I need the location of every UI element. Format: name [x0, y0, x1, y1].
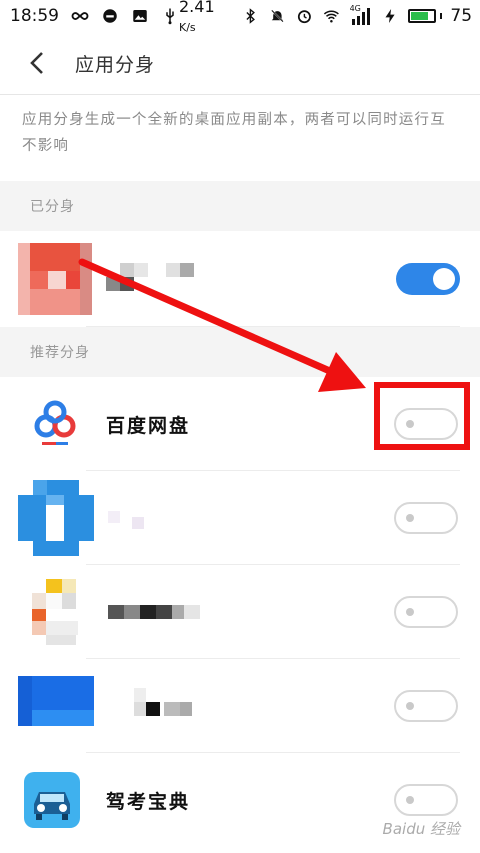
charging-icon [385, 9, 395, 23]
app-name-redacted [108, 602, 208, 622]
status-time: 18:59 [10, 6, 59, 26]
app-name: 驾考宝典 [106, 790, 191, 813]
app-row-redacted-2 [0, 471, 480, 565]
messenger-icon [103, 9, 117, 23]
app-name-redacted [108, 503, 168, 533]
infinity-icon [71, 12, 89, 20]
battery-level: 75 [450, 6, 473, 26]
app-row-redacted-4 [0, 659, 480, 753]
cloud-icon [34, 400, 76, 445]
chevron-left-icon[interactable] [26, 51, 50, 75]
feature-description: 应用分身生成一个全新的桌面应用副本，两者可以同时运行互不影响 [22, 112, 446, 154]
alarm-icon [297, 10, 311, 24]
status-bar: 18:59 2.41 K/s 4G 75 [0, 0, 480, 34]
clone-toggle-on[interactable] [396, 263, 460, 295]
app-name-redacted [134, 686, 214, 726]
pixelated-app-icon [18, 676, 94, 726]
toggle-knob [406, 514, 414, 522]
pixelated-app-icon [32, 579, 78, 645]
image-icon [133, 10, 147, 22]
page-title: 应用分身 [75, 53, 156, 76]
signal-icon: 4G [350, 4, 372, 25]
battery-icon [408, 9, 437, 23]
toggle-knob [406, 608, 414, 616]
jiakao-baodian-icon [24, 772, 80, 828]
app-icon-redacted [18, 480, 94, 556]
pixelated-app-name [134, 688, 192, 716]
pixelated-app-icon [18, 480, 94, 556]
network-speed: 2.41 K/s [179, 0, 215, 34]
clone-toggle-off[interactable] [394, 784, 458, 816]
pixelated-app-name [106, 263, 194, 291]
app-icon-redacted [18, 243, 92, 315]
wifi-icon [323, 10, 339, 23]
bluetooth-icon [246, 8, 256, 24]
toggle-knob [406, 796, 414, 804]
baidu-netdisk-icon [26, 394, 86, 454]
clone-toggle-off[interactable] [394, 596, 458, 628]
section-header-cloned: 已分身 [0, 181, 480, 231]
toggle-knob [406, 702, 414, 710]
watermark-text: Baidu 经验 [382, 820, 460, 838]
section-header-recommended: 推荐分身 [0, 327, 480, 377]
app-icon-redacted [18, 574, 94, 650]
battery-indicator: 75 [408, 6, 472, 26]
title-bar: 应用分身 [0, 32, 480, 94]
app-name: 百度网盘 [106, 414, 191, 437]
app-row-redacted-3 [0, 565, 480, 659]
pixelated-app-name [108, 605, 200, 619]
clone-toggle-off[interactable] [394, 502, 458, 534]
car-icon [24, 772, 80, 828]
app-name-redacted [106, 259, 226, 299]
mute-bell-icon [271, 9, 284, 23]
clone-toggle-off[interactable] [394, 690, 458, 722]
toggle-knob [433, 268, 455, 290]
usb-icon [166, 8, 174, 25]
pixelated-app-icon [18, 243, 92, 315]
pixelated-app-name [108, 511, 144, 529]
app-icon-redacted [18, 668, 94, 744]
annotation-highlight-box [374, 382, 470, 450]
app-row-cloned-1 [0, 231, 480, 327]
